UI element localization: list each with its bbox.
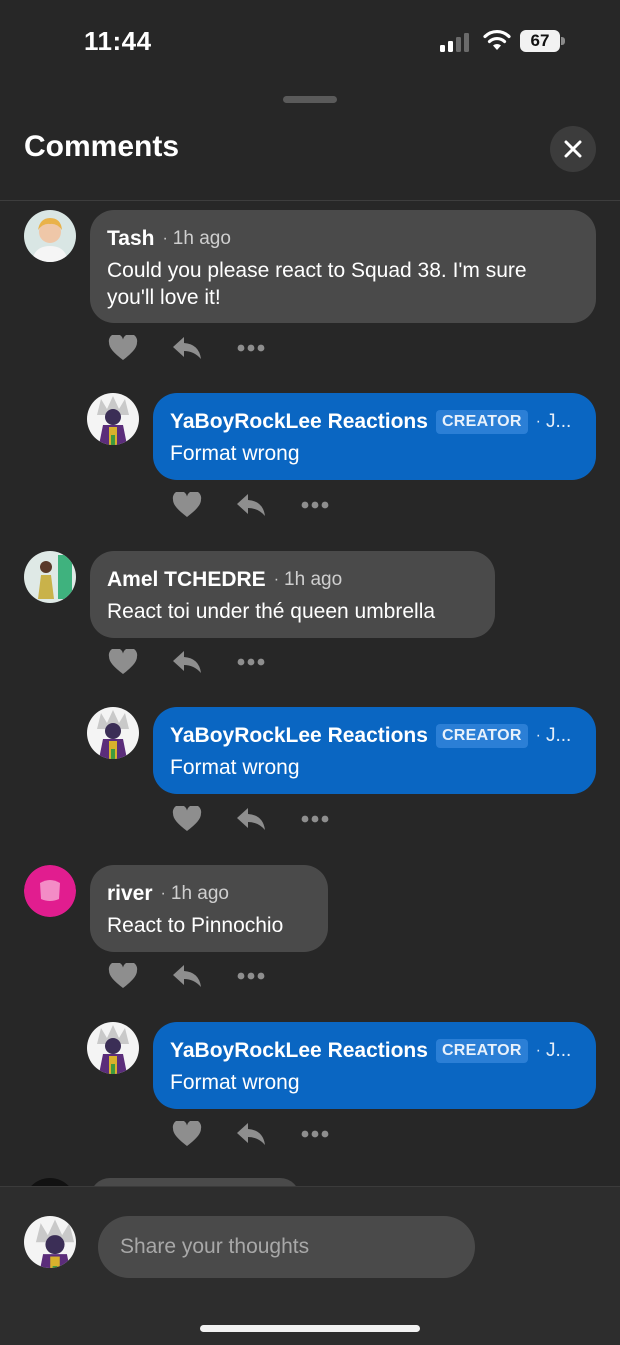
more-icon[interactable]	[236, 972, 266, 980]
creator-badge: CREATOR	[435, 410, 528, 434]
heart-icon[interactable]	[172, 1121, 202, 1147]
heart-icon[interactable]	[172, 492, 202, 518]
comment-actions	[108, 961, 266, 991]
sheet-drag-handle[interactable]	[283, 96, 337, 103]
reply-time: J...	[546, 1040, 572, 1061]
reply-text: Format wrong	[170, 442, 300, 465]
heart-icon[interactable]	[108, 649, 138, 675]
comment-text: Could you please react to Squad 38. I'm …	[107, 259, 527, 309]
avatar[interactable]	[24, 865, 76, 917]
more-icon[interactable]	[300, 815, 330, 823]
reply-icon[interactable]	[236, 493, 266, 517]
reply-icon[interactable]	[172, 964, 202, 988]
comment-text: React to Pinnochio	[107, 914, 284, 937]
more-icon[interactable]	[300, 1130, 330, 1138]
more-icon[interactable]	[236, 658, 266, 666]
avatar[interactable]	[24, 551, 76, 603]
reply-icon[interactable]	[172, 336, 202, 360]
status-bar: 11:44 67	[0, 0, 620, 84]
more-icon[interactable]	[236, 344, 266, 352]
reply-text: Format wrong	[170, 1071, 300, 1094]
comment-author[interactable]: Tash	[107, 227, 154, 251]
creator-avatar[interactable]	[87, 707, 139, 759]
creator-reply-bubble[interactable]: YaBoyRockLee Reactions CREATOR · J... Fo…	[153, 707, 596, 794]
reply-actions	[172, 490, 330, 520]
heart-icon[interactable]	[108, 963, 138, 989]
reply-icon[interactable]	[236, 1122, 266, 1146]
heart-icon[interactable]	[108, 335, 138, 361]
reply-author[interactable]: YaBoyRockLee Reactions	[170, 724, 428, 748]
creator-avatar[interactable]	[87, 393, 139, 445]
close-icon	[564, 140, 582, 158]
comment-bubble[interactable]: Tash · 1h ago Could you please react to …	[90, 210, 596, 323]
user-avatar	[24, 1216, 76, 1268]
header-divider	[0, 200, 620, 201]
creator-badge: CREATOR	[435, 724, 528, 748]
comment-text: React toi under thé queen umbrella	[107, 600, 436, 623]
comment-time: 1h ago	[170, 883, 229, 904]
avatar[interactable]	[24, 210, 76, 262]
reply-actions	[172, 804, 330, 834]
comment-time: 1h ago	[284, 569, 343, 590]
page-title: Comments	[24, 130, 180, 163]
heart-icon[interactable]	[172, 806, 202, 832]
comment-author[interactable]: river	[107, 882, 153, 906]
reply-actions	[172, 1119, 330, 1149]
creator-reply-bubble[interactable]: YaBoyRockLee Reactions CREATOR · J... Fo…	[153, 393, 596, 480]
comment-author[interactable]: Amel TCHEDRE	[107, 568, 266, 592]
reply-time: J...	[546, 411, 572, 432]
reply-text: Format wrong	[170, 756, 300, 779]
reply-author[interactable]: YaBoyRockLee Reactions	[170, 1039, 428, 1063]
comment-actions	[108, 333, 266, 363]
comment-time: 1h ago	[172, 228, 231, 249]
more-icon[interactable]	[300, 501, 330, 509]
creator-reply-bubble[interactable]: YaBoyRockLee Reactions CREATOR · J... Fo…	[153, 1022, 596, 1109]
reply-icon[interactable]	[236, 807, 266, 831]
reply-time: J...	[546, 725, 572, 746]
home-indicator[interactable]	[200, 1325, 420, 1332]
creator-avatar[interactable]	[87, 1022, 139, 1074]
comment-bubble[interactable]: river · 1h ago React to Pinnochio	[90, 865, 328, 952]
comment-composer	[0, 1186, 620, 1345]
creator-badge: CREATOR	[435, 1039, 528, 1063]
comment-actions	[108, 647, 266, 677]
signal-icon	[440, 33, 469, 52]
comment-input[interactable]	[98, 1216, 475, 1278]
reply-author[interactable]: YaBoyRockLee Reactions	[170, 410, 428, 434]
status-time: 11:44	[84, 26, 152, 56]
battery-level: 67	[520, 30, 560, 52]
comment-bubble[interactable]: Amel TCHEDRE · 1h ago React toi under th…	[90, 551, 495, 638]
close-button[interactable]	[550, 126, 596, 172]
wifi-icon	[483, 29, 511, 50]
reply-icon[interactable]	[172, 650, 202, 674]
battery-icon: 67	[520, 30, 566, 54]
